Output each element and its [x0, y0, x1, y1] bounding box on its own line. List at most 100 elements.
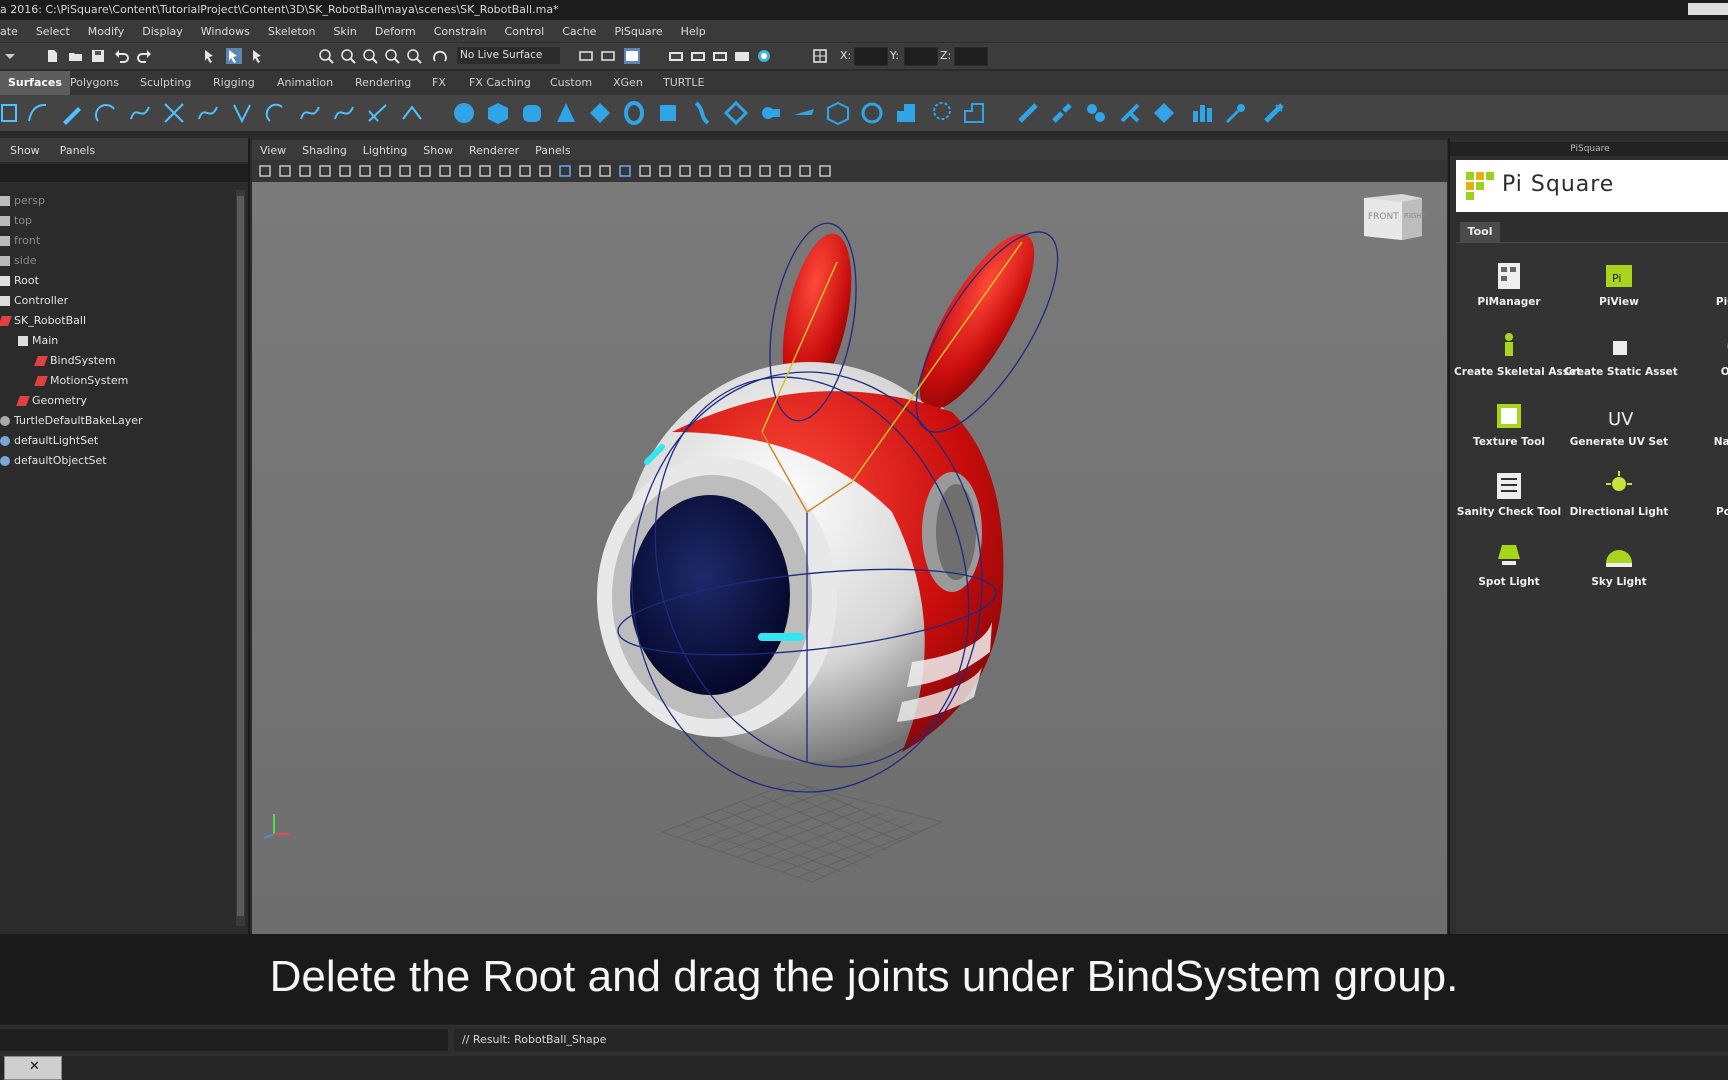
live-surface-field[interactable]: No Live Surface [457, 47, 560, 64]
select-object-icon[interactable] [226, 48, 242, 64]
arc-tool-icon[interactable] [94, 101, 118, 125]
outliner-item-defaultobjectset[interactable]: defaultObjectSet [0, 452, 107, 470]
tool-sanity-check-tool[interactable]: Sanity Check Tool [1454, 469, 1564, 518]
frame-all-icon[interactable] [818, 164, 832, 178]
shelf-tab-xgen[interactable]: XGen [605, 71, 651, 95]
nurbs-plane-icon[interactable] [588, 101, 612, 125]
tool-generate-uv-set[interactable]: UV Generate UV Set [1564, 399, 1674, 448]
extend-curve-icon[interactable] [298, 101, 322, 125]
viewport-menu-lighting[interactable]: Lighting [355, 144, 415, 157]
insert-knot-icon[interactable] [264, 101, 288, 125]
film-gate-icon[interactable] [398, 164, 412, 178]
tab-tool[interactable]: Tool [1460, 222, 1500, 242]
open-scene-icon[interactable] [68, 48, 84, 64]
make-live-icon[interactable] [432, 48, 448, 64]
tool-create-skeletal-asset[interactable]: Create Skeletal Asset [1454, 329, 1581, 378]
snap-curve-icon[interactable] [340, 48, 356, 64]
attach-surfaces-icon[interactable] [1016, 101, 1040, 125]
snap-grid-icon[interactable] [318, 48, 334, 64]
outliner-item-motionsystem[interactable]: MotionSystem [34, 372, 128, 390]
resolution-gate-icon[interactable] [418, 164, 432, 178]
outliner-search-field[interactable] [0, 164, 248, 182]
xray-icon[interactable] [578, 164, 592, 178]
menu-windows[interactable]: Windows [192, 25, 259, 38]
outliner-item-root[interactable]: Root [0, 272, 39, 290]
grease-pencil-icon[interactable] [358, 164, 372, 178]
image-plane-icon[interactable] [318, 164, 332, 178]
outliner-item-geometry[interactable]: Geometry [16, 392, 87, 410]
select-hierarchy-icon[interactable] [202, 48, 218, 64]
tool-nami[interactable]: A Nami [1674, 399, 1728, 448]
rebuild-surfaces-icon[interactable] [1224, 101, 1248, 125]
menu-select[interactable]: Select [27, 25, 79, 38]
grid-icon[interactable] [378, 164, 392, 178]
menu-set-dropdown-icon[interactable] [2, 48, 18, 64]
render-view-icon[interactable] [624, 48, 640, 64]
shelf-tab-rendering[interactable]: Rendering [347, 71, 419, 95]
tool-sky-light[interactable]: Sky Light [1564, 539, 1674, 588]
cv-curve-tool-icon[interactable] [26, 101, 50, 125]
offset-curve-icon[interactable] [332, 101, 356, 125]
turtle-bake-icon[interactable] [756, 48, 772, 64]
3d-viewport[interactable]: FRONT RIGHT [252, 182, 1447, 934]
xray-active-icon[interactable] [758, 164, 772, 178]
outliner-item-front[interactable]: front [0, 232, 40, 250]
snap-live-icon[interactable] [406, 48, 422, 64]
shelf-tab-surfaces[interactable]: Surfaces [0, 71, 70, 95]
new-scene-icon[interactable] [44, 48, 60, 64]
menu-cache[interactable]: Cache [553, 25, 605, 38]
rebuild-curve-icon[interactable] [366, 101, 390, 125]
outliner-menu-show[interactable]: Show [0, 144, 50, 157]
save-scene-icon[interactable] [90, 48, 106, 64]
ambient-occlusion-icon[interactable] [658, 164, 672, 178]
outliner-item-bindsystem[interactable]: BindSystem [34, 352, 116, 370]
shelf-tab-polygons[interactable]: Polygons [62, 71, 127, 95]
y-coordinate-field[interactable] [904, 47, 938, 66]
tool-directional-light[interactable]: Directional Light [1564, 469, 1674, 518]
viewport-menu-view[interactable]: View [252, 144, 294, 157]
tool-create-static-asset[interactable]: Create Static Asset [1564, 329, 1678, 378]
nurbs-sphere-icon[interactable] [452, 101, 476, 125]
safe-action-icon[interactable] [478, 164, 492, 178]
snap-point-icon[interactable] [362, 48, 378, 64]
viewport-menu-show[interactable]: Show [415, 144, 461, 157]
lock-camera-icon[interactable] [278, 164, 292, 178]
depth-of-field-icon[interactable] [718, 164, 732, 178]
loft-icon[interactable] [690, 101, 714, 125]
tool-spot-light[interactable]: Spot Light [1454, 539, 1564, 588]
hypershade-icon[interactable] [734, 48, 750, 64]
window-controls[interactable] [1688, 3, 1728, 15]
field-chart-icon[interactable] [458, 164, 472, 178]
menu-skeleton[interactable]: Skeleton [259, 25, 325, 38]
resolution-toggle-icon[interactable] [778, 164, 792, 178]
ipr-render-icon[interactable] [690, 48, 706, 64]
wireframe-on-shaded-icon[interactable] [558, 164, 572, 178]
command-input[interactable] [0, 1029, 448, 1051]
menu-deform[interactable]: Deform [366, 25, 425, 38]
outliner-menu-panels[interactable]: Panels [50, 144, 105, 157]
select-camera-icon[interactable] [258, 164, 272, 178]
viewport-menu-shading[interactable]: Shading [294, 144, 355, 157]
2d-pan-icon[interactable] [338, 164, 352, 178]
safe-title-icon[interactable] [498, 164, 512, 178]
shadows-icon[interactable] [638, 164, 652, 178]
extend-surfaces-icon[interactable] [1190, 101, 1214, 125]
viewcube[interactable]: FRONT RIGHT [1362, 190, 1426, 242]
snap-view-plane-icon[interactable] [384, 48, 400, 64]
viewport-menu-panels[interactable]: Panels [527, 144, 578, 157]
xray-joints-icon[interactable] [598, 164, 612, 178]
curve-fillet-icon[interactable] [230, 101, 254, 125]
bevel-plus-icon[interactable] [894, 101, 918, 125]
reverse-curve-icon[interactable] [400, 101, 424, 125]
pencil-curve-icon[interactable] [60, 101, 84, 125]
outliner-item-main[interactable]: Main [18, 332, 58, 350]
z-coordinate-field[interactable] [954, 47, 988, 66]
gate-mask-icon[interactable] [438, 164, 452, 178]
tool-op[interactable]: Op [1674, 329, 1728, 378]
redo-icon[interactable] [136, 48, 152, 64]
birail-icon[interactable] [792, 101, 816, 125]
nurbs-cube-icon[interactable] [486, 101, 510, 125]
use-all-lights-icon[interactable] [618, 164, 632, 178]
nurbs-cone-icon[interactable] [554, 101, 578, 125]
untrim-icon[interactable] [962, 101, 986, 125]
